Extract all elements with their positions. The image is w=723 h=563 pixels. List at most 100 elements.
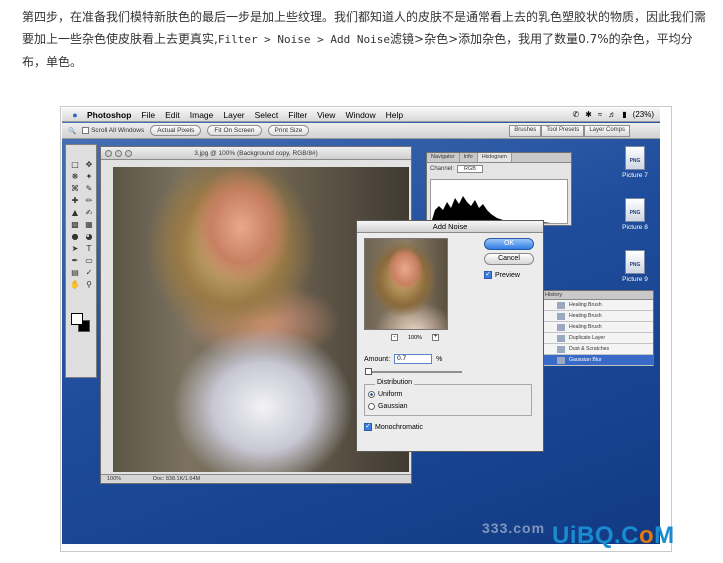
actual-pixels-button[interactable]: Actual Pixels <box>150 125 202 136</box>
type-tool-icon[interactable]: T <box>82 243 96 255</box>
tab-histogram[interactable]: Histogram <box>477 153 512 162</box>
tab-history[interactable]: History <box>541 291 653 300</box>
history-item[interactable]: Healing Brush <box>541 311 653 322</box>
menu-help[interactable]: Help <box>381 110 408 120</box>
toolbox: □ ✥ ❋ ✦ ⌘ ✎ ✚ ✏ ▲ ✍ ▩ ▦ ● ◕ ➤ T ✒ ▭ ▤ ✓ <box>65 144 97 378</box>
marquee-tool-icon[interactable]: □ <box>68 159 82 171</box>
desktop-icon-picture-8[interactable]: PNG Picture 8 <box>614 198 656 231</box>
logo-text-1: UiBQ.C <box>552 522 639 549</box>
apple-menu-icon[interactable]: ● <box>68 110 82 120</box>
amount-slider[interactable] <box>364 368 462 375</box>
desktop-icon-picture-9[interactable]: PNG Picture 9 <box>614 250 656 283</box>
distribution-group: Distribution Uniform Gaussian <box>364 379 532 416</box>
preview-checkbox[interactable]: ✓ Preview <box>484 271 520 279</box>
history-brush-tool-icon[interactable]: ✍ <box>82 207 96 219</box>
tab-layer-comps[interactable]: Layer Comps <box>584 124 630 137</box>
eyedropper-tool-icon[interactable]: ✓ <box>82 267 96 279</box>
zoom-out-icon[interactable]: - <box>391 334 398 341</box>
cancel-button[interactable]: Cancel <box>484 253 534 265</box>
ok-button[interactable]: OK <box>484 238 534 250</box>
history-item-selected[interactable]: Gaussian Blur <box>541 355 653 366</box>
amount-slider-thumb[interactable] <box>364 368 372 375</box>
dialog-title[interactable]: Add Noise <box>357 221 543 233</box>
menu-view[interactable]: View <box>312 110 340 120</box>
wifi-icon[interactable]: ≈ <box>598 110 602 119</box>
document-size-info[interactable]: Doc: 838.1K/1.64M <box>153 475 200 484</box>
crop-tool-icon[interactable]: ⌘ <box>68 183 82 195</box>
zoom-tool-icon[interactable]: 🔍 <box>68 127 76 135</box>
distribution-label: Distribution <box>375 379 415 386</box>
uniform-radio[interactable]: Uniform <box>368 391 403 398</box>
history-item[interactable]: Healing Brush <box>541 300 653 311</box>
desktop-icon-label: Picture 9 <box>622 276 648 283</box>
phone-icon[interactable]: ✆ <box>572 110 579 119</box>
gaussian-radio[interactable]: Gaussian <box>368 403 408 410</box>
tab-info[interactable]: Info <box>460 153 478 162</box>
channel-select[interactable]: RGB <box>457 165 483 173</box>
document-title-bar[interactable]: 3.jpg @ 100% (Background copy, RGB/8#) <box>101 147 411 160</box>
desktop-icon-picture-7[interactable]: PNG Picture 7 <box>614 146 656 179</box>
histogram-graph <box>430 179 568 224</box>
desktop-icon-label: Picture 8 <box>622 224 648 231</box>
menu-image[interactable]: Image <box>185 110 219 120</box>
tab-brushes[interactable]: Brushes <box>509 124 542 137</box>
amount-label: Amount: <box>364 355 391 363</box>
tab-tool-presets[interactable]: Tool Presets <box>541 124 585 137</box>
tab-navigator[interactable]: Navigator <box>427 153 460 162</box>
menu-window[interactable]: Window <box>340 110 380 120</box>
print-size-button[interactable]: Print Size <box>267 125 310 136</box>
battery-percent: (23%) <box>632 110 654 119</box>
monochromatic-label: Monochromatic <box>375 423 423 431</box>
minimize-window-icon[interactable] <box>115 150 122 157</box>
checkmark-icon: ✓ <box>484 271 492 279</box>
bluetooth-icon[interactable]: ✱ <box>585 110 592 119</box>
lasso-tool-icon[interactable]: ❋ <box>68 171 82 183</box>
menu-filter[interactable]: Filter <box>283 110 312 120</box>
monochromatic-checkbox[interactable]: ✓ Monochromatic <box>364 423 423 431</box>
amount-unit: % <box>436 355 443 363</box>
dialog-preview-image[interactable] <box>364 238 448 330</box>
notes-tool-icon[interactable]: ▤ <box>68 267 82 279</box>
zoom-in-icon[interactable]: + <box>432 334 440 341</box>
document-status-bar: 100% Doc: 838.1K/1.64M <box>101 474 411 483</box>
scroll-all-windows-check[interactable]: Scroll All Windows <box>82 127 144 134</box>
hand-tool-icon[interactable]: ✋ <box>68 279 82 291</box>
eraser-tool-icon[interactable]: ▩ <box>68 219 82 231</box>
desktop-icon-label: Picture 7 <box>622 172 648 179</box>
amount-input[interactable]: 0.7 <box>394 354 433 364</box>
dodge-tool-icon[interactable]: ◕ <box>82 231 96 243</box>
menu-layer[interactable]: Layer <box>218 110 249 120</box>
menu-photoshop[interactable]: Photoshop <box>82 110 136 120</box>
shape-tool-icon[interactable]: ▭ <box>82 255 96 267</box>
zoom-window-icon[interactable] <box>125 150 132 157</box>
pen-tool-icon[interactable]: ✒ <box>68 255 82 267</box>
photoshop-screen: ● Photoshop File Edit Image Layer Select… <box>62 108 660 544</box>
document-zoom[interactable]: 100% <box>107 476 121 482</box>
healing-brush-tool-icon[interactable]: ✚ <box>68 195 82 207</box>
brush-tool-icon[interactable]: ✏ <box>82 195 96 207</box>
blur-tool-icon[interactable]: ● <box>68 231 82 243</box>
history-item[interactable]: Duplicate Layer <box>541 333 653 344</box>
history-item[interactable]: Healing Brush <box>541 322 653 333</box>
close-window-icon[interactable] <box>105 150 112 157</box>
fit-on-screen-button[interactable]: Fit On Screen <box>207 125 262 136</box>
volume-icon[interactable]: ♬ <box>608 110 616 119</box>
options-bar: 🔍 Scroll All Windows Actual Pixels Fit O… <box>62 123 660 139</box>
slice-tool-icon[interactable]: ✎ <box>82 183 96 195</box>
stamp-tool-icon[interactable]: ▲ <box>68 207 82 219</box>
zoom-tool-icon-box[interactable]: ⚲ <box>82 279 96 291</box>
path-select-tool-icon[interactable]: ➤ <box>68 243 82 255</box>
png-file-icon: PNG <box>625 146 645 170</box>
menu-edit[interactable]: Edit <box>160 110 185 120</box>
gradient-tool-icon[interactable]: ▦ <box>82 219 96 231</box>
move-tool-icon[interactable]: ✥ <box>82 159 96 171</box>
battery-icon[interactable]: ▮ <box>622 110 626 119</box>
preview-label: Preview <box>495 271 520 279</box>
gaussian-label: Gaussian <box>378 403 408 410</box>
histogram-chart <box>431 196 567 223</box>
menu-select[interactable]: Select <box>250 110 284 120</box>
magic-wand-tool-icon[interactable]: ✦ <box>82 171 96 183</box>
foreground-color-swatch[interactable] <box>71 313 83 325</box>
menu-file[interactable]: File <box>136 110 160 120</box>
history-item[interactable]: Dust & Scratches <box>541 344 653 355</box>
